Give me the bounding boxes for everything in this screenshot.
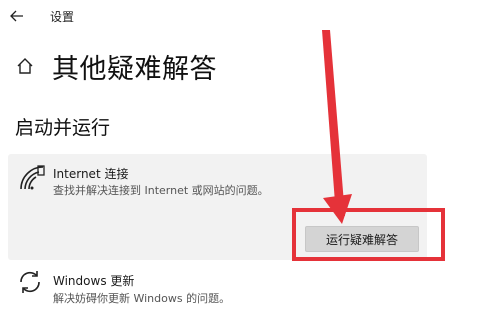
item-title: Windows 更新 (53, 274, 135, 288)
item-description: 查找并解决连接到 Internet 或网站的问题。 (53, 184, 269, 197)
item-description: 解决妨碍你更新 Windows 的问题。 (53, 292, 231, 305)
windows-update-item[interactable]: Windows 更新 解决妨碍你更新 Windows 的问题。 (8, 262, 478, 315)
home-icon[interactable] (14, 55, 36, 77)
internet-connection-card[interactable]: Internet 连接 查找并解决连接到 Internet 或网站的问题。 运行… (8, 154, 427, 260)
title-bar: 设置 (0, 0, 478, 32)
item-title: Internet 连接 (53, 167, 129, 181)
page-title: 其他疑难解答 (52, 54, 217, 85)
wifi-icon (20, 165, 45, 190)
refresh-icon (20, 271, 40, 293)
app-title: 设置 (50, 10, 75, 24)
section-title: 启动并运行 (15, 117, 111, 139)
run-troubleshooter-button[interactable]: 运行疑难解答 (305, 226, 419, 252)
back-arrow-icon[interactable] (6, 5, 28, 27)
